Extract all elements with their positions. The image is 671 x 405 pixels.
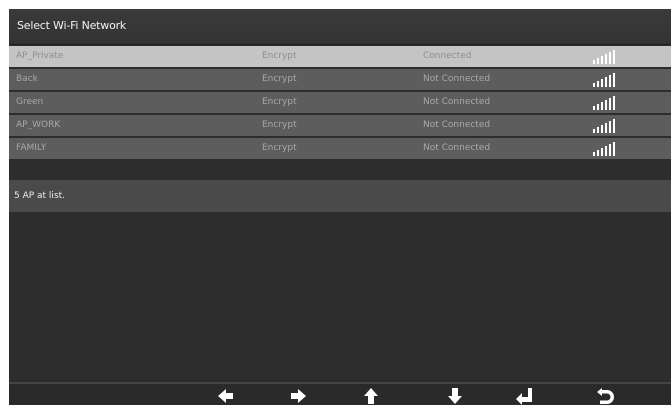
signal-bar [609, 98, 611, 110]
back-icon [597, 388, 614, 404]
enter-icon [516, 388, 532, 405]
network-list: AP_Private Encrypt Connected Back Encryp… [9, 46, 671, 161]
network-status: Not Connected [423, 120, 491, 130]
signal-bar [601, 56, 603, 64]
signal-bar [593, 106, 595, 110]
network-row-back[interactable]: Back Encrypt Not Connected [9, 69, 671, 90]
signal-bar [593, 129, 595, 133]
signal-bar [597, 58, 599, 64]
signal-bar [609, 121, 611, 133]
network-name: FAMILY [16, 143, 47, 153]
signal-bar [613, 96, 615, 110]
network-name: Back [16, 74, 38, 84]
left-arrow-icon [218, 389, 233, 403]
signal-bar [605, 54, 607, 64]
signal-strength-icon [593, 50, 615, 64]
status-bar: 5 AP at list. [9, 180, 671, 212]
signal-bar [601, 79, 603, 87]
network-row-ap-work[interactable]: AP_WORK Encrypt Not Connected [9, 115, 671, 136]
signal-bar [613, 73, 615, 87]
network-name: AP_WORK [16, 120, 61, 130]
signal-bar [597, 81, 599, 87]
network-encryption: Encrypt [262, 74, 297, 84]
wifi-screen: Select Wi-Fi Network AP_Private Encrypt … [9, 9, 671, 405]
network-row-ap-private[interactable]: AP_Private Encrypt Connected [9, 46, 671, 67]
signal-bar [609, 75, 611, 87]
page-title: Select Wi-Fi Network [17, 19, 127, 32]
down-arrow-icon [448, 388, 462, 404]
signal-bar [613, 119, 615, 133]
signal-bar [601, 102, 603, 110]
network-status: Connected [423, 51, 472, 61]
network-encryption: Encrypt [262, 143, 297, 153]
signal-bar [605, 123, 607, 133]
right-arrow-icon [291, 389, 306, 403]
down-button[interactable] [445, 387, 465, 405]
signal-strength-icon [593, 73, 615, 87]
network-encryption: Encrypt [262, 120, 297, 130]
signal-bar [593, 152, 595, 156]
back-button[interactable] [596, 387, 616, 405]
up-arrow-icon [364, 388, 378, 404]
network-encryption: Encrypt [262, 51, 297, 61]
signal-bar [605, 100, 607, 110]
network-status: Not Connected [423, 143, 491, 153]
signal-bar [605, 77, 607, 87]
network-encryption: Encrypt [262, 97, 297, 107]
left-button[interactable] [216, 387, 236, 405]
network-status: Not Connected [423, 97, 491, 107]
signal-bar [605, 146, 607, 156]
title-bar: Select Wi-Fi Network [9, 9, 671, 45]
up-button[interactable] [361, 387, 381, 405]
navigation-bar [9, 382, 671, 405]
network-name: Green [16, 97, 44, 107]
signal-bar [601, 148, 603, 156]
network-row-family[interactable]: FAMILY Encrypt Not Connected [9, 138, 671, 159]
network-row-green[interactable]: Green Encrypt Not Connected [9, 92, 671, 113]
signal-strength-icon [593, 119, 615, 133]
signal-bar [609, 52, 611, 64]
signal-bar [597, 104, 599, 110]
signal-bar [609, 144, 611, 156]
signal-strength-icon [593, 96, 615, 110]
network-status: Not Connected [423, 74, 491, 84]
ap-count-text: 5 AP at list. [14, 191, 66, 201]
signal-bar [613, 50, 615, 64]
signal-bar [597, 150, 599, 156]
signal-strength-icon [593, 142, 615, 156]
right-button[interactable] [288, 387, 308, 405]
signal-bar [613, 142, 615, 156]
signal-bar [593, 60, 595, 64]
signal-bar [593, 83, 595, 87]
enter-button[interactable] [514, 387, 534, 405]
signal-bar [601, 125, 603, 133]
network-name: AP_Private [16, 51, 64, 61]
signal-bar [597, 127, 599, 133]
